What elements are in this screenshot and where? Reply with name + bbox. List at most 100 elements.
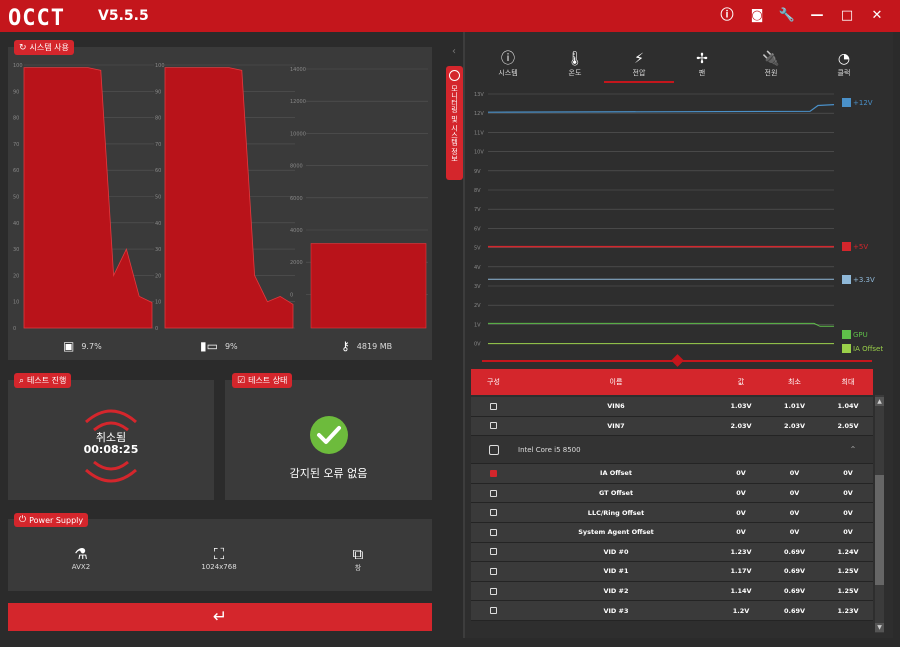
window-icon: ⧉ (352, 545, 364, 563)
voltage-tick-label: 3V (474, 284, 481, 290)
legend-label: +3.3V (853, 275, 875, 284)
checkbox-cell (471, 528, 516, 536)
sensor-value: 0V (736, 528, 746, 537)
column-header[interactable]: 최대 (823, 377, 873, 387)
sensor-value: 1.03V (730, 402, 752, 411)
legend-swatch (842, 344, 851, 353)
table-group-row[interactable]: Intel Core i5 8500 ⌃ (471, 436, 873, 465)
test-elapsed-time: 00:08:25 (83, 443, 139, 456)
sensor-value: 1.23V (730, 547, 752, 556)
sensor-max: 1.25V (837, 567, 859, 576)
voltage-chart: 13V 12V 11V 10V 9V 8V 7V 6V 5V 4V 3V 2V 1V 0V +12V +5V +… (470, 90, 886, 354)
sensor-max: 0V (843, 469, 853, 478)
app-version: V5.5.5 (98, 8, 149, 24)
table-row[interactable]: VID #3 1.2V 0.69V 1.23V (471, 601, 873, 621)
column-header[interactable]: 이름 (516, 377, 716, 387)
voltage-tick-label: 9V (474, 169, 481, 175)
checkbox-cell (471, 587, 516, 595)
sensor-name: IA Offset (600, 469, 632, 478)
test-status-title: 테스트 상태 (248, 376, 288, 385)
ram-tick-label: 4000 (290, 228, 303, 234)
power-option-1[interactable]: ⛶ 1024x768 (189, 545, 249, 571)
info-icon[interactable]: ⓘ (712, 6, 742, 26)
voltage-tick-label: 2V (474, 303, 481, 309)
collapse-chevron-icon[interactable]: ‹ (452, 46, 456, 57)
memory-icon: ▮▭ (200, 339, 218, 353)
cpu-usage-area (23, 67, 153, 329)
sensor-max: 2.05V (837, 421, 859, 430)
memory-usage-legend: ▮▭ 9% (200, 339, 238, 353)
tab-gauge[interactable]: ◔ 클럭 (819, 50, 869, 78)
maximize-icon[interactable]: □ (832, 6, 862, 26)
wrench-icon[interactable]: 🔧 (772, 6, 802, 26)
tab-label: 시스템 (498, 69, 518, 77)
power-option-0[interactable]: ⚗ AVX2 (51, 545, 111, 571)
sensor-value: 0V (736, 508, 746, 517)
tab-thermometer[interactable]: 🌡 온도 (550, 50, 600, 78)
power-icon: ⏻ (19, 515, 27, 525)
sensor-max: 1.04V (837, 402, 859, 411)
table-row[interactable]: IA Offset 0V 0V 0V (471, 464, 873, 484)
power-supply-title: Power Supply (29, 515, 84, 525)
sensor-checkbox[interactable] (490, 528, 497, 536)
tab-fan[interactable]: ✢ 팬 (677, 50, 727, 78)
collapse-group-icon[interactable]: ⌃ (833, 445, 873, 454)
table-row[interactable]: VID #1 1.17V 0.69V 1.25V (471, 562, 873, 582)
table-row[interactable]: VIN6 1.03V 1.01V 1.04V (471, 397, 873, 417)
sensor-table-body: VIN6 1.03V 1.01V 1.04V VIN7 2.03V 2.03V 2.05V In… (471, 397, 873, 633)
voltage-tick-label: 10V (474, 150, 484, 156)
memory-usage-value: 9% (224, 341, 238, 351)
column-header[interactable]: 최소 (766, 377, 823, 387)
camera-icon[interactable]: ◙ (742, 6, 772, 26)
sensor-checkbox[interactable] (490, 607, 497, 615)
voltage-legend-item[interactable]: +12V (842, 98, 873, 107)
legend-label: +5V (853, 242, 869, 251)
scroll-down-icon[interactable]: ▼ (875, 623, 884, 632)
monitoring-side-tab[interactable]: 모니터링 및 시스템 정보 (446, 66, 463, 180)
sensor-max: 1.24V (837, 547, 859, 556)
column-header[interactable]: 구성 (471, 377, 516, 387)
sensor-checkbox[interactable] (490, 422, 497, 430)
tab-label: 전압 (632, 69, 646, 77)
sensor-checkbox[interactable] (490, 489, 497, 497)
table-row[interactable]: VID #2 1.14V 0.69V 1.25V (471, 581, 873, 602)
start-test-button[interactable]: ↵ (8, 603, 432, 631)
table-row[interactable]: LLC/Ring Offset 0V 0V 0V (471, 503, 873, 523)
minimize-icon[interactable]: — (802, 6, 832, 26)
flask-icon: ⚗ (74, 545, 88, 563)
scroll-up-icon[interactable]: ▲ (875, 397, 884, 406)
ram-icon: ⚷ (341, 339, 350, 353)
sensor-min: 0.69V (783, 587, 806, 596)
sensor-checkbox[interactable] (490, 567, 497, 575)
legend-swatch (842, 275, 851, 284)
sensor-checkbox[interactable] (490, 509, 497, 517)
voltage-legend-item[interactable]: IA Offset (842, 344, 883, 353)
voltage-legend-item[interactable]: GPU (842, 330, 868, 339)
sensor-checkbox[interactable] (490, 548, 497, 556)
column-header[interactable]: 값 (716, 377, 766, 387)
voltage-plot: 13V 12V 11V 10V 9V 8V 7V 6V 5V 4V 3V 2V 1V 0V (474, 92, 835, 348)
table-row[interactable]: VID #0 1.23V 0.69V 1.24V (471, 542, 873, 563)
sensor-value: 0V (736, 489, 746, 498)
power-option-2[interactable]: ⧉ 창 (328, 545, 388, 573)
tab-plug[interactable]: 🔌 전원 (746, 50, 796, 78)
sensor-min: 0V (789, 528, 800, 537)
close-icon[interactable]: ✕ (862, 6, 892, 26)
table-row[interactable]: GT Offset 0V 0V 0V (471, 483, 873, 504)
voltage-legend-item[interactable]: +3.3V (842, 275, 875, 284)
voltage-legend-item[interactable]: +5V (842, 242, 868, 251)
test-progress-panel: 취소됨 00:08:25 (8, 380, 214, 500)
tab-battery-bolt[interactable]: ⚡ 전압 (604, 50, 674, 83)
sensor-checkbox[interactable] (490, 469, 497, 477)
table-row[interactable]: VIN7 2.03V 2.03V 2.05V (471, 416, 873, 437)
power-option-label: 창 (354, 564, 362, 572)
tab-info[interactable]: ⓘ 시스템 (483, 50, 533, 78)
sensor-checkbox[interactable] (490, 402, 497, 410)
sensor-checkbox[interactable] (490, 587, 497, 595)
cpu2-axis-tick-label: 30 (155, 247, 161, 253)
table-scrollbar-thumb[interactable] (875, 475, 884, 585)
sensor-value: 1.17V (730, 567, 752, 576)
system-usage-title: 시스템 사용 (29, 43, 69, 52)
cpu2-axis-tick-label: 50 (155, 195, 161, 201)
table-row[interactable]: System Agent Offset 0V 0V 0V (471, 522, 873, 543)
